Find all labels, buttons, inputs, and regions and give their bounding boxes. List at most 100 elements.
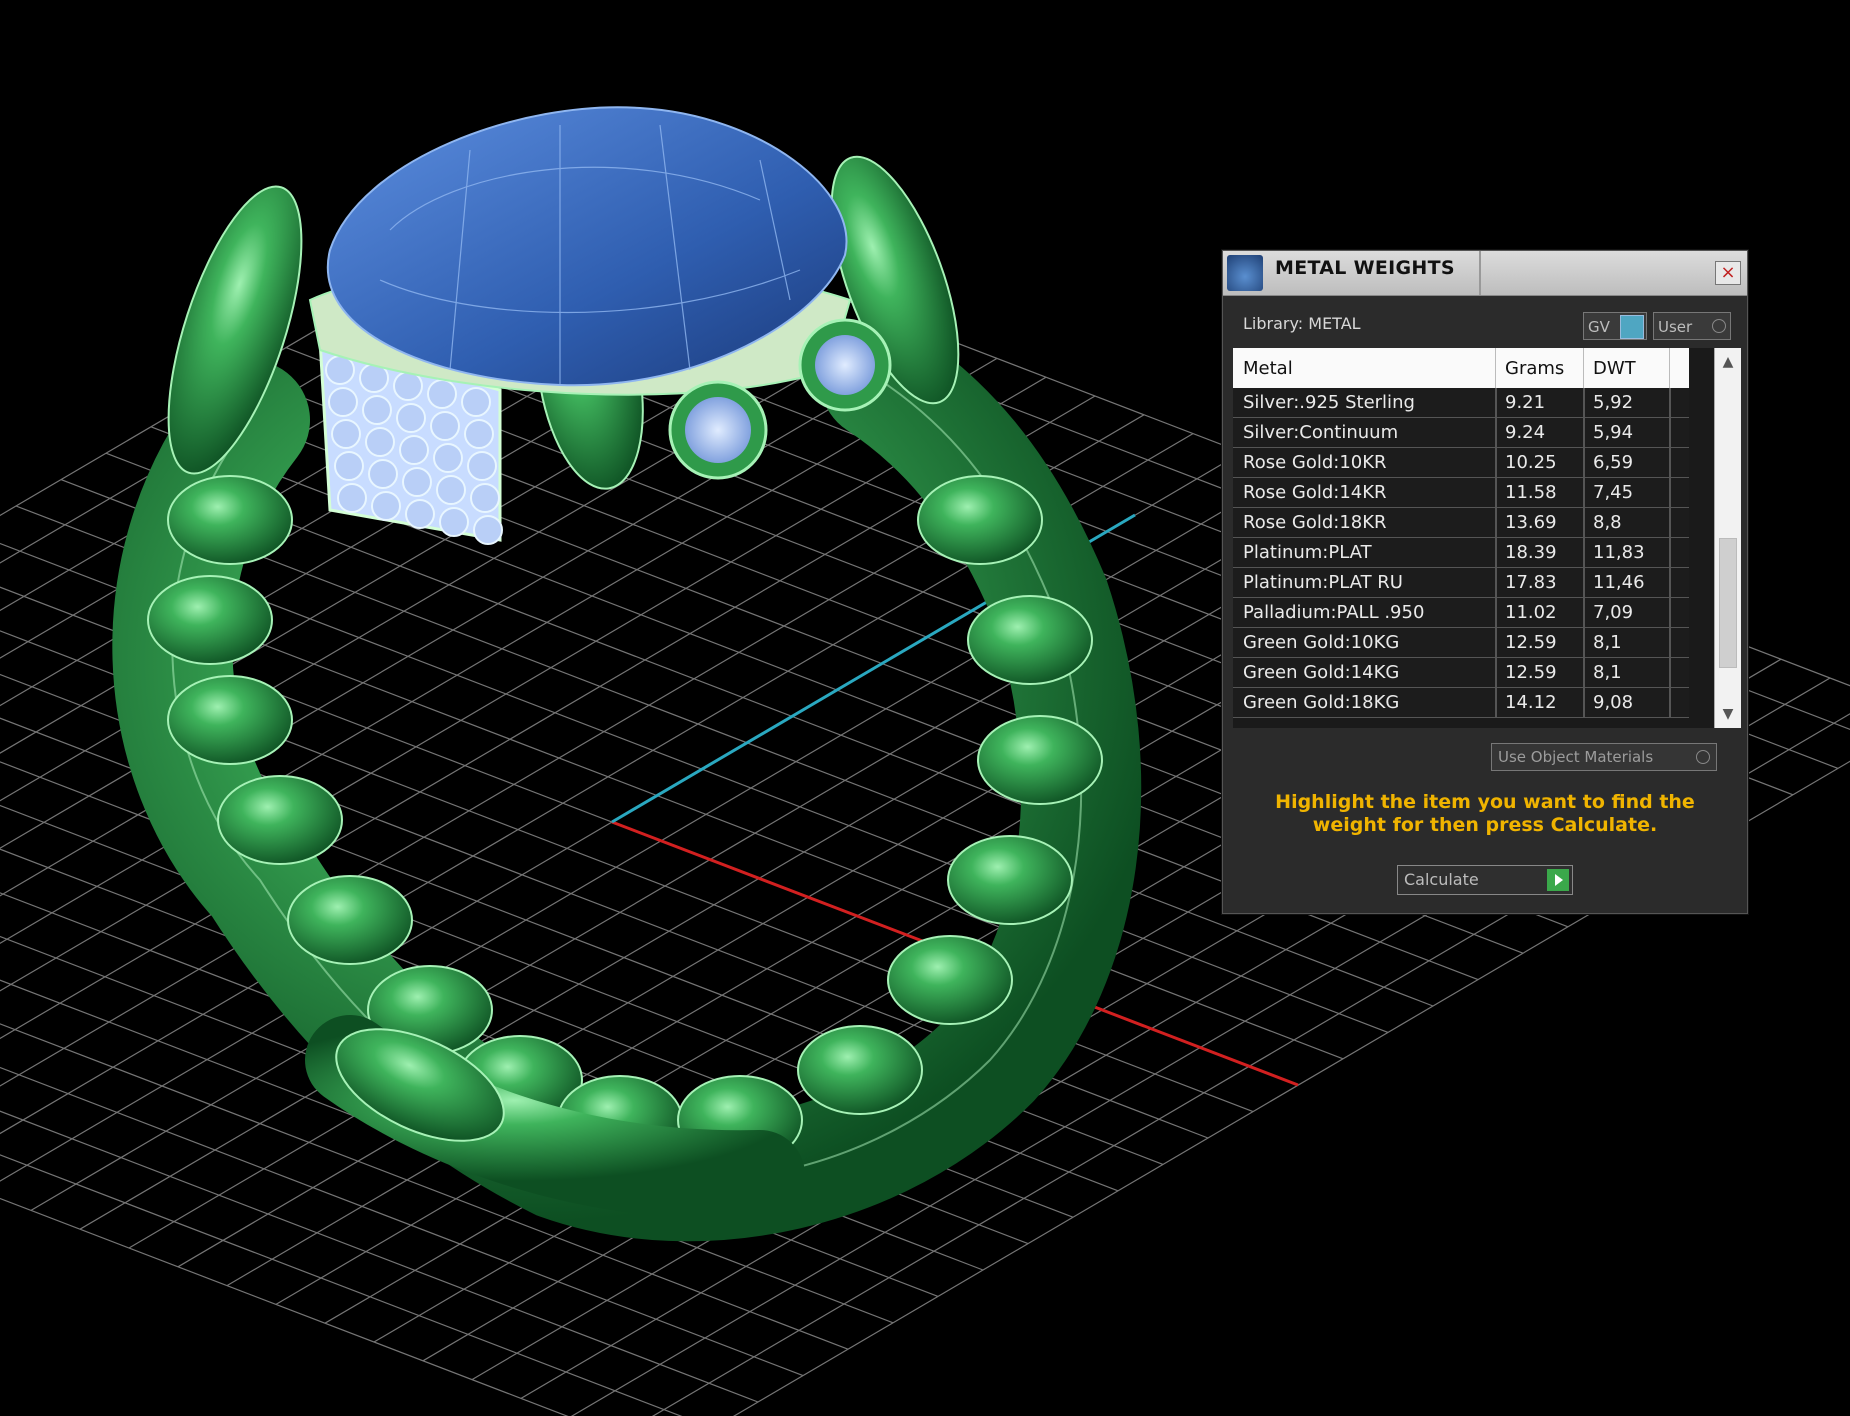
body-segment [217,775,343,865]
cell-divider [1495,478,1497,508]
metal-table[interactable]: Metal Grams DWT Silver:.925 Sterling 9.21… [1233,348,1741,728]
cell-divider [1495,508,1497,538]
cell-divider [1669,688,1671,718]
body-segment [947,835,1073,925]
grams-cell: 9.24 [1505,422,1546,443]
pave-stone [470,483,500,513]
body-segment [287,875,413,965]
calculate-button[interactable]: Calculate [1397,865,1573,895]
cell-divider [1583,478,1585,508]
cell-divider [1495,388,1497,418]
metal-name-cell: Rose Gold:10KR [1243,452,1387,473]
cell-divider [1583,688,1585,718]
grams-cell: 18.39 [1505,542,1557,563]
body-segment [977,715,1103,805]
pave-stone [464,419,494,449]
library-label: Library: METAL [1243,314,1361,333]
table-scrollbar[interactable]: ▲ ▼ [1714,348,1741,728]
header-grams[interactable]: Grams [1505,358,1564,379]
header-dwt[interactable]: DWT [1593,358,1636,379]
use-object-materials-label: Use Object Materials [1498,748,1654,766]
cell-divider [1583,418,1585,448]
scroll-thumb[interactable] [1719,538,1737,668]
table-header: Metal Grams DWT [1233,348,1689,388]
user-toggle[interactable]: User [1653,312,1731,340]
pave-stone [405,499,435,529]
pave-stone [328,387,358,417]
grams-cell: 11.02 [1505,602,1557,623]
titlebar-divider [1479,251,1481,295]
dwt-cell: 11,83 [1593,542,1645,563]
use-object-materials-toggle[interactable]: Use Object Materials [1491,743,1717,771]
pave-stone [325,355,355,385]
side-gem-1-stone [685,397,751,463]
cell-divider [1583,598,1585,628]
metal-name-cell: Green Gold:10KG [1243,632,1400,653]
body-segment [917,475,1043,565]
table-row[interactable]: Rose Gold:18KR 13.69 8,8 [1233,508,1689,538]
cell-divider [1669,388,1671,418]
table-row[interactable]: Palladium:PALL .950 11.02 7,09 [1233,598,1689,628]
gv-toggle[interactable]: GV [1583,312,1647,340]
metal-name-cell: Silver:Continuum [1243,422,1399,443]
table-row[interactable]: Rose Gold:10KR 10.25 6,59 [1233,448,1689,478]
cell-divider [1669,418,1671,448]
pave-stone [402,467,432,497]
cell-divider [1669,478,1671,508]
grams-cell: 13.69 [1505,512,1557,533]
panel-titlebar[interactable]: METAL WEIGHTS × [1223,251,1747,296]
dwt-cell: 7,45 [1593,482,1634,503]
cell-divider [1495,448,1497,478]
table-body: Silver:.925 Sterling 9.21 5,92 Silver:Conti… [1233,388,1689,718]
table-row[interactable]: Platinum:PLAT 18.39 11,83 [1233,538,1689,568]
app-logo-icon [1227,255,1263,291]
dwt-cell: 8,1 [1593,662,1622,683]
pave-stone [365,427,395,457]
table-row[interactable]: Green Gold:18KG 14.12 9,08 [1233,688,1689,718]
pave-stone [337,483,367,513]
cell-divider [1669,628,1671,658]
table-row[interactable]: Green Gold:14KG 12.59 8,1 [1233,658,1689,688]
metal-name-cell: Rose Gold:14KR [1243,482,1387,503]
body-segment [797,1025,923,1115]
pave-stone [433,443,463,473]
dwt-cell: 9,08 [1593,692,1634,713]
table-row[interactable]: Silver:Continuum 9.24 5,94 [1233,418,1689,448]
table-row[interactable]: Platinum:PLAT RU 17.83 11,46 [1233,568,1689,598]
cell-divider [1495,658,1497,688]
table-row[interactable]: Rose Gold:14KR 11.58 7,45 [1233,478,1689,508]
close-icon[interactable]: × [1715,261,1741,285]
cell-divider [1669,598,1671,628]
cell-divider [1495,418,1497,448]
pave-stone [368,459,398,489]
header-metal[interactable]: Metal [1243,358,1293,379]
pave-stone [371,491,401,521]
gv-toggle-knob-icon [1620,315,1644,339]
pave-stone [334,451,364,481]
instruction-text: Highlight the item you want to find the … [1275,791,1695,836]
scroll-down-icon[interactable]: ▼ [1715,702,1741,726]
dwt-cell: 5,92 [1593,392,1634,413]
cell-divider [1495,628,1497,658]
pave-stone [393,371,423,401]
grams-cell: 12.59 [1505,632,1557,653]
dwt-cell: 8,8 [1593,512,1622,533]
dwt-cell: 6,59 [1593,452,1634,473]
user-label: User [1658,318,1693,336]
cell-divider [1583,568,1585,598]
dwt-cell: 11,46 [1593,572,1645,593]
table-row[interactable]: Silver:.925 Sterling 9.21 5,92 [1233,388,1689,418]
cell-divider [1669,538,1671,568]
body-segment [967,595,1093,685]
body-segment [887,935,1013,1025]
grams-cell: 9.21 [1505,392,1546,413]
radio-icon [1696,750,1710,764]
metal-name-cell: Silver:.925 Sterling [1243,392,1415,413]
cell-divider [1583,448,1585,478]
metal-name-cell: Green Gold:14KG [1243,662,1400,683]
metal-name-cell: Rose Gold:18KR [1243,512,1387,533]
dwt-cell: 7,09 [1593,602,1634,623]
table-row[interactable]: Green Gold:10KG 12.59 8,1 [1233,628,1689,658]
scroll-up-icon[interactable]: ▲ [1715,350,1741,374]
pave-stone [473,515,503,545]
